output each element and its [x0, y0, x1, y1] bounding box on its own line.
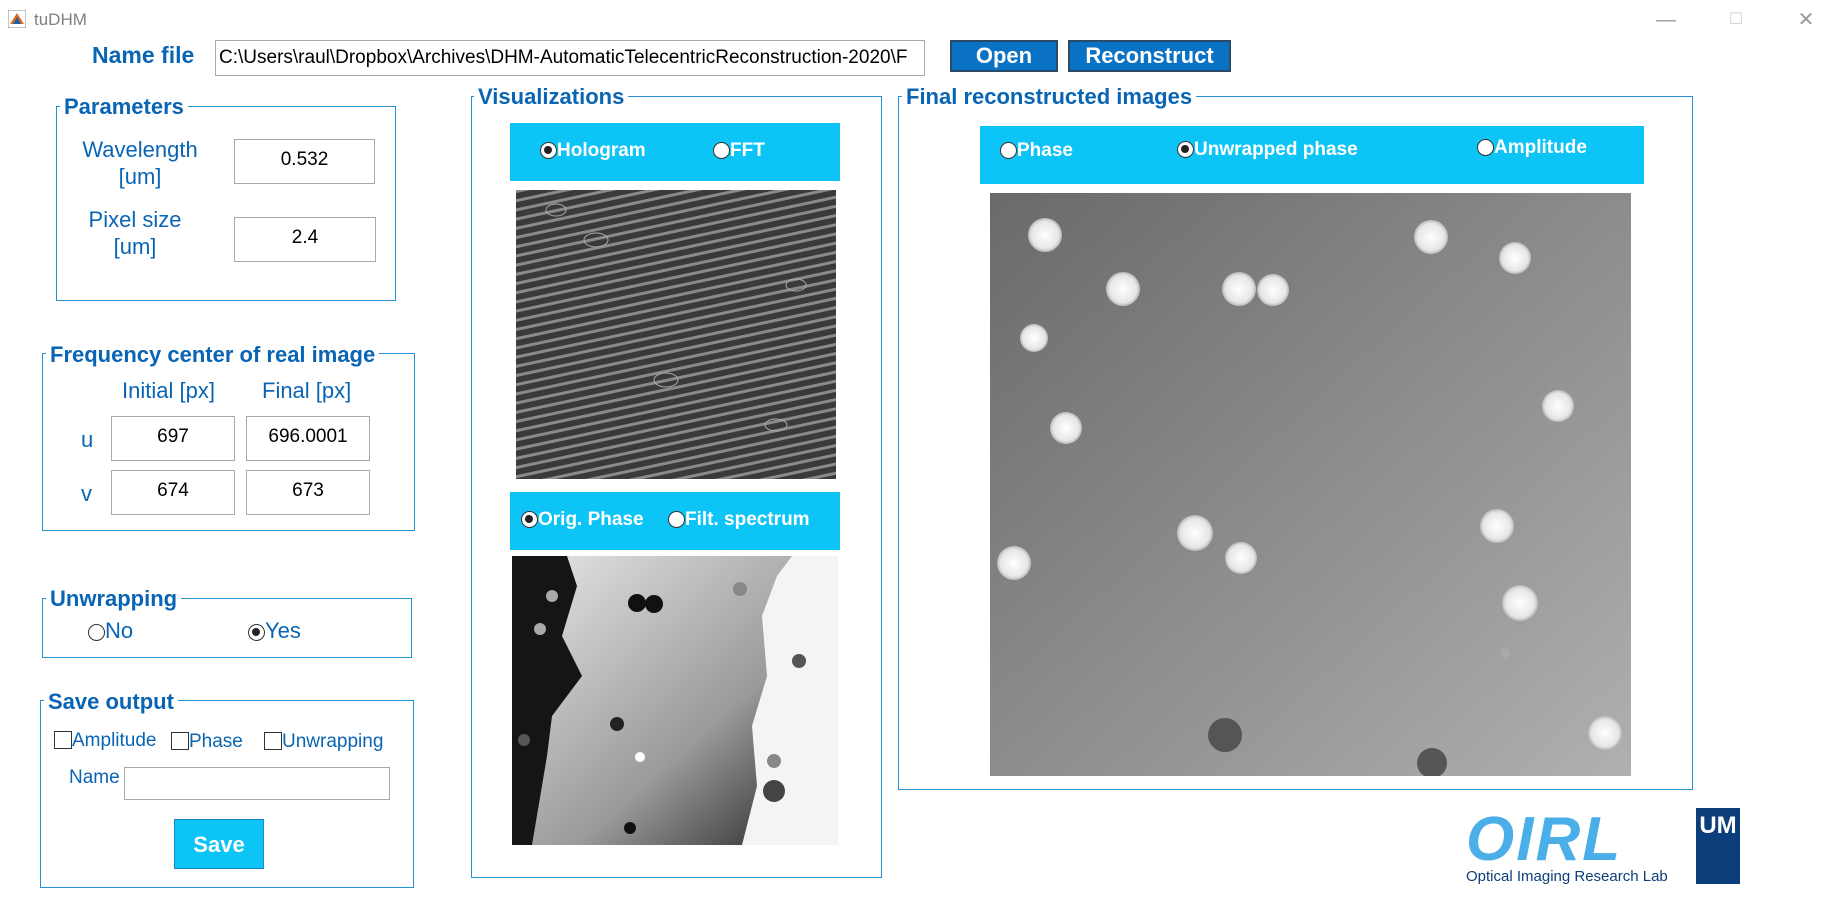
final-title: Final reconstructed images [902, 84, 1197, 110]
oirl-logo: OIRL UM Optical Imaging Research Lab [1466, 808, 1746, 886]
visualizations-title: Visualizations [474, 84, 629, 110]
save-unwrapping-label: Unwrapping [282, 731, 384, 752]
orig-phase-option[interactable]: Orig. Phase [521, 509, 644, 531]
save-phase-checkbox[interactable] [171, 732, 189, 750]
unwrap-yes-radio[interactable] [248, 624, 265, 641]
save-phase-label: Phase [189, 731, 243, 752]
open-button[interactable]: Open [950, 40, 1058, 72]
final-unwrapped-radio[interactable] [1177, 141, 1194, 158]
unwrapping-title: Unwrapping [46, 586, 182, 612]
reconstructed-image [990, 193, 1631, 776]
logo-letters: OIRL [1466, 805, 1623, 874]
title-bar: tuDHM — ☐ ✕ [0, 0, 1822, 38]
save-unwrapping-option[interactable]: Unwrapping [264, 731, 383, 753]
unwrap-no-radio[interactable] [88, 624, 105, 641]
v-final-input[interactable]: 673 [246, 470, 370, 515]
save-amplitude-label: Amplitude [72, 730, 157, 751]
wavelength-label-line1: Wavelength [82, 137, 198, 162]
logo-subtitle: Optical Imaging Research Lab [1466, 868, 1668, 885]
pixel-size-label-unit: [um] [113, 234, 157, 259]
v-initial-input[interactable]: 674 [111, 470, 235, 515]
reconstruct-button[interactable]: Reconstruct [1068, 40, 1231, 72]
pixel-size-input[interactable]: 2.4 [234, 217, 376, 262]
u-initial-input[interactable]: 697 [111, 416, 235, 461]
frequency-title: Frequency center of real image [46, 342, 380, 368]
filt-spectrum-label: Filt. spectrum [685, 509, 810, 530]
save-button[interactable]: Save [174, 819, 264, 869]
v-label: v [81, 481, 92, 506]
orig-phase-radio[interactable] [521, 511, 538, 528]
unwrap-yes-label: Yes [265, 618, 301, 643]
save-name-input[interactable] [124, 767, 390, 800]
hologram-option[interactable]: Hologram [540, 140, 646, 162]
final-unwrapped-label: Unwrapped phase [1194, 139, 1358, 160]
orig-phase-label: Orig. Phase [538, 509, 644, 530]
final-amplitude-option[interactable]: Amplitude [1477, 137, 1587, 159]
wavelength-label-unit: [um] [118, 164, 162, 189]
wavelength-label: Wavelength [um] [60, 136, 220, 190]
unwrap-no-option[interactable]: No [88, 618, 133, 644]
save-phase-option[interactable]: Phase [171, 731, 243, 753]
window-title: tuDHM [34, 10, 87, 29]
orig-phase-image [512, 556, 838, 845]
hologram-radio[interactable] [540, 142, 557, 159]
final-phase-option[interactable]: Phase [1000, 140, 1073, 162]
save-amplitude-option[interactable]: Amplitude [54, 730, 157, 752]
final-unwrapped-option[interactable]: Unwrapped phase [1177, 139, 1358, 161]
fft-option[interactable]: FFT [713, 140, 765, 162]
filt-spectrum-radio[interactable] [668, 511, 685, 528]
fft-radio[interactable] [713, 142, 730, 159]
u-label: u [81, 427, 94, 452]
matlab-app-icon [8, 10, 26, 28]
pixel-size-label: Pixel size [um] [55, 206, 215, 260]
file-path-field[interactable]: C:\Users\raul\Dropbox\Archives\DHM-Autom… [215, 40, 925, 76]
hologram-label: Hologram [557, 140, 646, 161]
name-file-label: Name file [92, 42, 195, 68]
maximize-button[interactable]: ☐ [1716, 6, 1756, 34]
pixel-size-label-line1: Pixel size [88, 207, 182, 232]
final-phase-radio[interactable] [1000, 142, 1017, 159]
final-amplitude-label: Amplitude [1494, 137, 1587, 158]
unwrap-yes-option[interactable]: Yes [248, 618, 301, 644]
final-phase-label: Phase [1017, 140, 1073, 161]
unwrap-no-label: No [105, 618, 134, 643]
um-badge: UM [1696, 808, 1740, 884]
wavelength-input[interactable]: 0.532 [234, 139, 375, 184]
final-label: Final [px] [262, 378, 352, 403]
save-name-label: Name [69, 767, 120, 788]
close-button[interactable]: ✕ [1786, 6, 1822, 34]
parameters-title: Parameters [60, 94, 188, 120]
minimize-button[interactable]: — [1646, 6, 1686, 34]
filt-spectrum-option[interactable]: Filt. spectrum [668, 509, 810, 531]
final-amplitude-radio[interactable] [1477, 139, 1494, 156]
u-final-input[interactable]: 696.0001 [246, 416, 370, 461]
save-amplitude-checkbox[interactable] [54, 731, 72, 749]
hologram-image [516, 190, 836, 479]
save-output-title: Save output [44, 689, 178, 715]
save-unwrapping-checkbox[interactable] [264, 732, 282, 750]
fft-label: FFT [730, 140, 765, 161]
initial-label: Initial [px] [122, 378, 215, 403]
